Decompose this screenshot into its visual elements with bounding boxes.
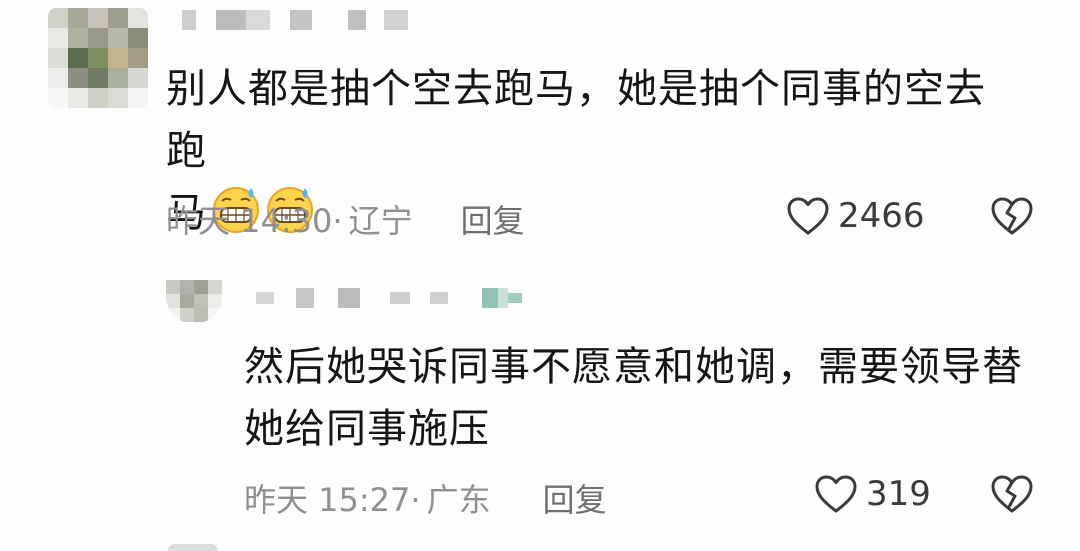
like-button[interactable]: 319: [814, 474, 931, 514]
like-button[interactable]: 2466: [786, 196, 925, 236]
reply-button[interactable]: 回复: [543, 475, 607, 521]
comment-time: 昨天 14:30·: [166, 202, 343, 240]
like-count: 319: [866, 474, 931, 514]
reply-location: 广东: [426, 481, 491, 519]
next-comment-avatar: [168, 544, 218, 551]
like-count: 2466: [838, 196, 925, 236]
reply-time: 昨天 15:27·: [244, 481, 421, 519]
broken-heart-icon: [991, 197, 1033, 235]
commenter-avatar[interactable]: [48, 8, 148, 108]
reply-button[interactable]: 回复: [461, 196, 525, 242]
dislike-button[interactable]: [990, 474, 1034, 518]
heart-outline-icon: [787, 197, 829, 235]
broken-heart-icon: [991, 475, 1033, 513]
comment-meta: 昨天 14:30· 辽宁 回复: [166, 197, 525, 241]
comment-line-1: 别人都是抽个空去跑马，她是抽个同事的空去跑: [166, 66, 986, 174]
reply-line-1: 然后她哭诉同事不愿意和她调，需要领导替: [244, 344, 1023, 390]
commenter-name[interactable]: [182, 10, 408, 30]
dislike-button[interactable]: [990, 196, 1034, 240]
reply-line-2: 她给同事施压: [244, 406, 490, 452]
reply-body: 然后她哭诉同事不愿意和她调，需要领导替 她给同事施压: [244, 336, 1034, 460]
comment-thread: 别人都是抽个空去跑马，她是抽个同事的空去跑 马 昨天 14:30· 辽宁 回复 …: [0, 0, 1080, 551]
replier-name[interactable]: [256, 288, 522, 308]
comment-location: 辽宁: [348, 202, 413, 240]
replier-avatar[interactable]: [166, 280, 222, 324]
heart-outline-icon: [815, 475, 857, 513]
reply-meta: 昨天 15:27· 广东 回复: [244, 476, 607, 520]
